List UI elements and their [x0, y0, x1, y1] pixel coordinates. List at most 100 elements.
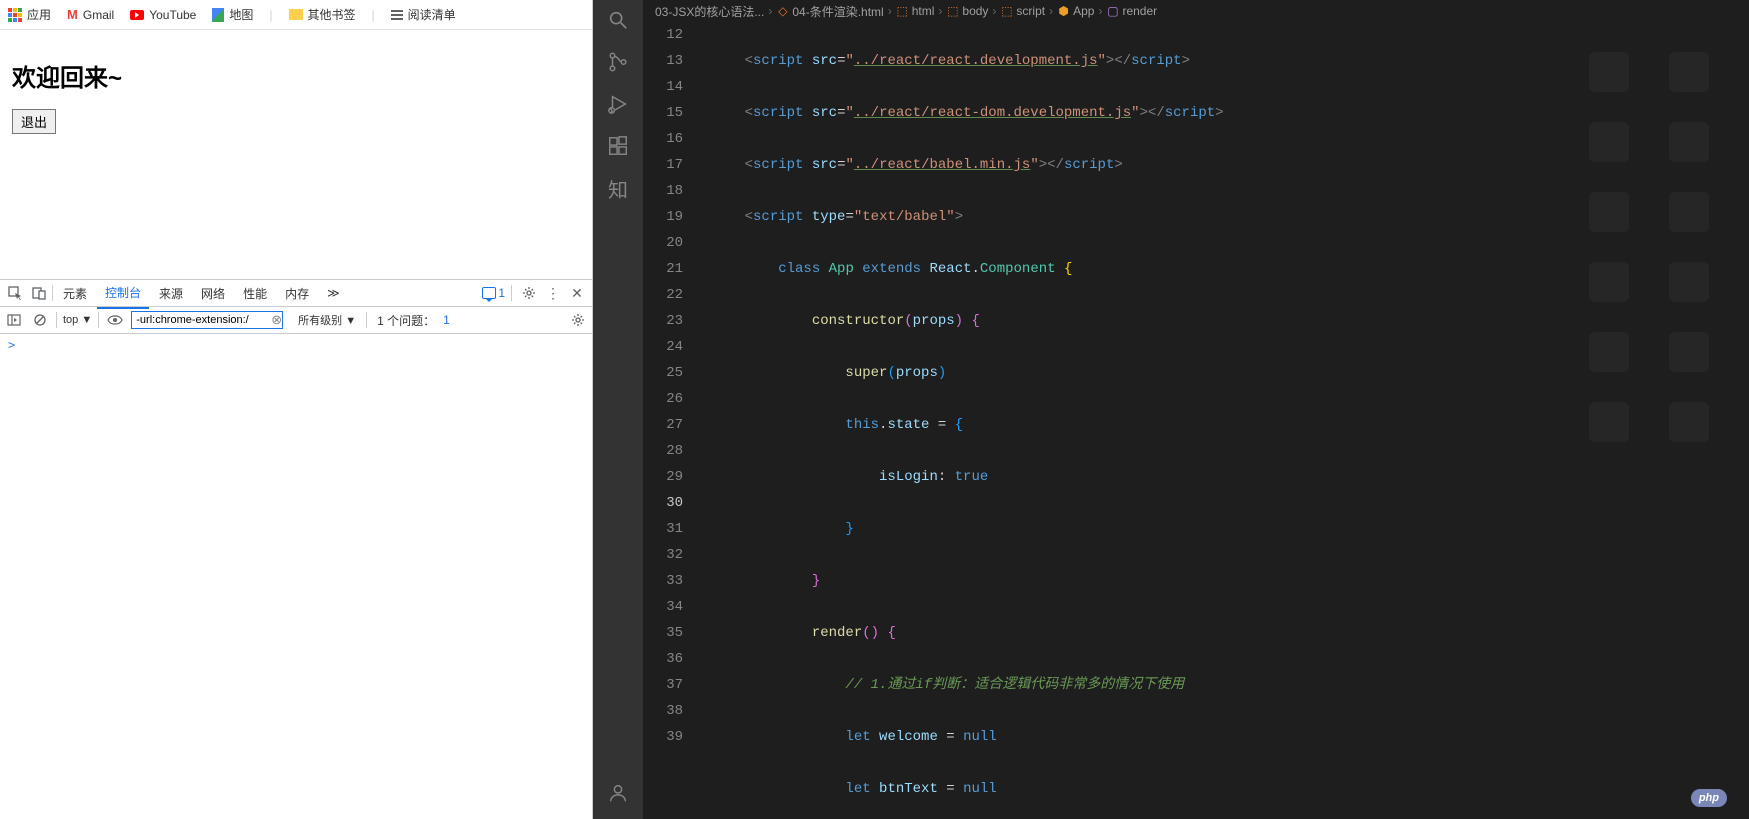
tab-memory[interactable]: 内存 [277, 279, 317, 308]
code-line: let welcome = null [703, 724, 1749, 750]
tab-performance[interactable]: 性能 [235, 279, 275, 308]
code-line: <script src="../react/react-dom.developm… [703, 100, 1749, 126]
breadcrumb-script: ⬚script [1000, 4, 1045, 18]
element-icon: ⬚ [946, 5, 959, 18]
msg-indicator[interactable]: 1 [482, 282, 505, 304]
code-line: // 1.通过if判断：适合逻辑代码非常多的情况下使用 [703, 672, 1749, 698]
settings-icon[interactable] [518, 282, 540, 304]
clear-console-icon[interactable] [30, 310, 50, 330]
browser-panel: 应用 M Gmail YouTube 地图 | 其他书签 | 阅读清单 欢迎回来… [0, 0, 593, 819]
breadcrumb-folder: 03-JSX的核心语法... [655, 3, 764, 20]
youtube-bookmark[interactable]: YouTube [130, 8, 196, 22]
activity-bar: 知 [593, 0, 643, 819]
code-line: } [703, 568, 1749, 594]
maps-icon [212, 8, 224, 22]
class-icon: ⬢ [1057, 5, 1070, 18]
code-line: super(props) [703, 360, 1749, 386]
gmail-bookmark[interactable]: M Gmail [67, 7, 114, 22]
code-line: constructor(props) { [703, 308, 1749, 334]
clear-filter-icon[interactable]: ⊗ [271, 312, 282, 328]
zhihu-icon[interactable]: 知 [606, 176, 630, 200]
apps-bookmark[interactable]: 应用 [8, 6, 51, 23]
separator [366, 312, 367, 328]
console-prompt: > [8, 338, 15, 352]
list-icon [391, 9, 403, 21]
code-line: <script type="text/babel"> [703, 204, 1749, 230]
code-line: <script src="../react/react.development.… [703, 48, 1749, 74]
breadcrumbs[interactable]: 03-JSX的核心语法... › ◇04-条件渲染.html › ⬚html ›… [643, 0, 1749, 22]
code-editor[interactable]: 1213141516171819202122232425262728293031… [643, 22, 1749, 819]
context-select[interactable]: top ▼ [63, 314, 92, 326]
breadcrumb-html: ⬚html [896, 4, 935, 18]
code-line: <script src="../react/babel.min.js"></sc… [703, 152, 1749, 178]
problem-count: 1 [443, 313, 450, 327]
maps-bookmark[interactable]: 地图 [212, 6, 253, 23]
apps-icon [8, 8, 22, 22]
more-icon[interactable]: ⋮ [542, 282, 564, 304]
separator [56, 312, 57, 328]
console-body[interactable]: > [0, 334, 592, 819]
bookmarks-bar: 应用 M Gmail YouTube 地图 | 其他书签 | 阅读清单 [0, 0, 592, 30]
element-icon: ⬚ [896, 5, 909, 18]
bookmark-separator: | [372, 8, 375, 22]
apps-label: 应用 [27, 6, 51, 23]
source-control-icon[interactable] [606, 50, 630, 74]
close-devtools-icon[interactable]: ✕ [566, 282, 588, 304]
method-icon: ▢ [1106, 5, 1119, 18]
tab-sources[interactable]: 来源 [151, 279, 191, 308]
reading-list[interactable]: 阅读清单 [391, 6, 456, 23]
code-line: let btnText = null [703, 776, 1749, 802]
separator [511, 285, 512, 301]
separator [98, 312, 99, 328]
other-bookmarks[interactable]: 其他书签 [289, 6, 356, 23]
breadcrumb-method: ▢render [1106, 4, 1157, 18]
code-line: } [703, 516, 1749, 542]
console-settings-icon[interactable] [568, 310, 588, 330]
logout-button[interactable]: 退出 [12, 109, 56, 134]
extensions-icon[interactable] [606, 134, 630, 158]
element-icon: ⬚ [1000, 5, 1013, 18]
folder-icon [289, 9, 303, 20]
tab-elements[interactable]: 元素 [55, 279, 95, 308]
problem-badge[interactable]: 1 [441, 313, 450, 327]
gmail-icon: M [67, 7, 78, 22]
tab-console[interactable]: 控制台 [97, 278, 149, 309]
separator [52, 285, 53, 301]
problems-label: 1 个问题： [377, 312, 435, 329]
html-file-icon: ◇ [776, 5, 789, 18]
tab-more[interactable]: ≫ [319, 280, 348, 306]
gmail-label: Gmail [83, 8, 114, 22]
device-icon[interactable] [28, 282, 50, 304]
devtools-tabs: 元素 控制台 来源 网络 性能 内存 ≫ 1 ⋮ ✕ [0, 280, 592, 307]
breadcrumb-body: ⬚body [946, 4, 988, 18]
page-content: 欢迎回来~ 退出 [0, 30, 592, 279]
code-content[interactable]: <script src="../react/react.development.… [703, 22, 1749, 819]
php-badge: php [1691, 789, 1727, 807]
message-icon [482, 287, 496, 299]
bookmark-separator: | [269, 8, 272, 22]
youtube-icon [130, 10, 144, 20]
code-line: this.state = { [703, 412, 1749, 438]
youtube-label: YouTube [149, 8, 196, 22]
eye-icon[interactable] [105, 310, 125, 330]
levels-select[interactable]: 所有级别 ▼ [298, 312, 356, 328]
code-line: render() { [703, 620, 1749, 646]
code-line: isLogin: true [703, 464, 1749, 490]
other-label: 其他书签 [308, 6, 356, 23]
tab-network[interactable]: 网络 [193, 279, 233, 308]
breadcrumb-class: ⬢App [1057, 4, 1094, 18]
search-icon[interactable] [606, 8, 630, 32]
code-line: class App extends React.Component { [703, 256, 1749, 282]
inspect-icon[interactable] [4, 282, 26, 304]
maps-label: 地图 [229, 6, 253, 23]
readlist-label: 阅读清单 [408, 6, 456, 23]
debug-icon[interactable] [606, 92, 630, 116]
account-icon[interactable] [606, 781, 630, 805]
msg-count: 1 [498, 286, 505, 300]
breadcrumb-file: ◇04-条件渲染.html [776, 3, 883, 20]
page-heading: 欢迎回来~ [12, 58, 580, 93]
sidebar-toggle-icon[interactable] [4, 310, 24, 330]
line-gutter: 1213141516171819202122232425262728293031… [643, 22, 703, 819]
filter-input[interactable] [131, 311, 283, 329]
devtools-panel: 元素 控制台 来源 网络 性能 内存 ≫ 1 ⋮ ✕ [0, 279, 592, 819]
